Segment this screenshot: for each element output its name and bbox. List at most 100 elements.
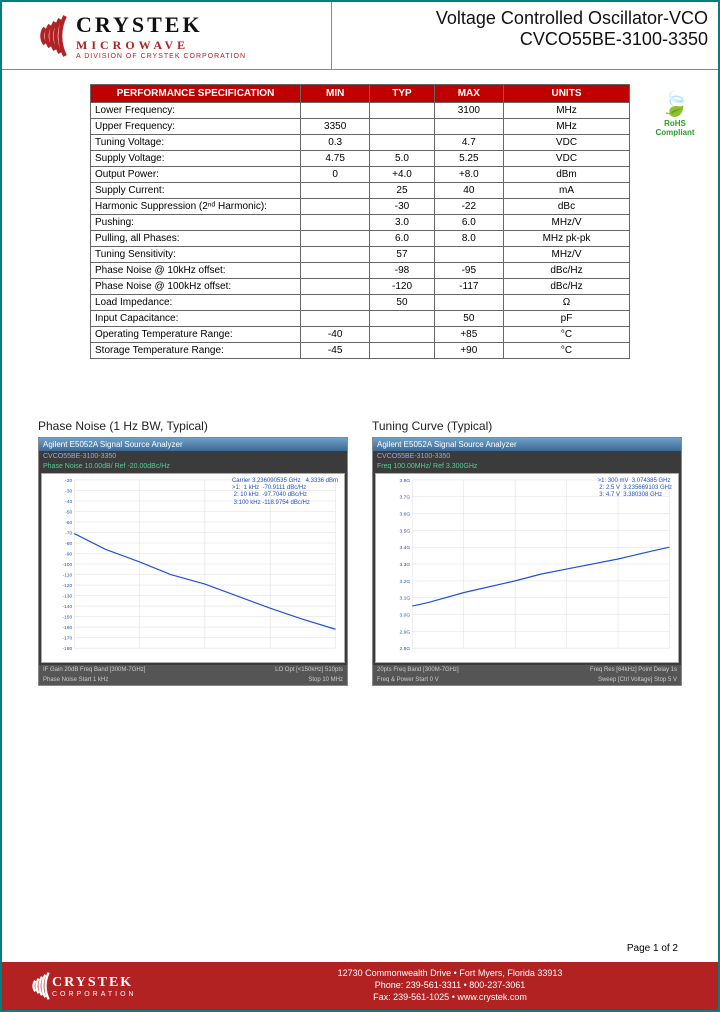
cell-max: -95 <box>434 263 503 279</box>
cell-typ: 3.0 <box>370 215 434 231</box>
analyzer2-foot1: 20pts Freq Band [300M-7GHz] Freq Res [64… <box>373 665 681 675</box>
analyzer2-foot2: Freq & Power Start 0 V Sweep [Ctrl Volta… <box>373 675 681 685</box>
spec-table: PERFORMANCE SPECIFICATION MIN TYP MAX UN… <box>90 84 630 359</box>
part-number: CVCO55BE-3100-3350 <box>332 29 708 50</box>
cell-max: 50 <box>434 311 503 327</box>
svg-text:-70: -70 <box>65 530 72 536</box>
table-row: Harmonic Suppression (2ⁿᵈ Harmonic):-30-… <box>91 199 630 215</box>
plot1-markers: Carrier 3.236090535 GHz 4.3336 dBm >1: 1… <box>232 478 338 507</box>
cell-max <box>434 295 503 311</box>
cell-max: -117 <box>434 279 503 295</box>
svg-text:-20: -20 <box>65 478 72 484</box>
cell-min <box>301 247 370 263</box>
phase-noise-plot: Phase Noise (1 Hz BW, Typical) Agilent E… <box>38 419 348 686</box>
footer: CRYSTEK CORPORATION 12730 Commonwealth D… <box>2 962 718 1010</box>
cell-label: Input Capacitance: <box>91 311 301 327</box>
cell-min: 0.3 <box>301 135 370 151</box>
datasheet-page: CRYSTEK MICROWAVE A DIVISION OF CRYSTEK … <box>0 0 720 1012</box>
logo-line1: CRYSTEK <box>76 12 246 38</box>
cell-label: Supply Current: <box>91 183 301 199</box>
svg-text:-80: -80 <box>65 541 72 547</box>
foot2-r: Freq Res [64kHz] Point Delay 1s <box>590 667 677 673</box>
plots-row: Phase Noise (1 Hz BW, Typical) Agilent E… <box>38 419 682 686</box>
cell-units: MHz <box>503 119 629 135</box>
svg-text:3.0G: 3.0G <box>400 612 411 618</box>
cell-min: 0 <box>301 167 370 183</box>
cell-max: 8.0 <box>434 231 503 247</box>
cell-typ <box>370 119 434 135</box>
cell-max: +85 <box>434 327 503 343</box>
svg-text:3.6G: 3.6G <box>400 512 411 518</box>
cell-units: dBc/Hz <box>503 263 629 279</box>
cell-typ: -120 <box>370 279 434 295</box>
table-row: Pulling, all Phases:6.08.0MHz pk-pk <box>91 231 630 247</box>
cell-units: dBc/Hz <box>503 279 629 295</box>
table-row: Tuning Sensitivity:57MHz/V <box>91 247 630 263</box>
plot2-area: >1: 300 mV 3.074385 GHz 2: 2.5 V 3.23566… <box>375 473 679 663</box>
cell-units: °C <box>503 343 629 359</box>
addr1: 12730 Commonwealth Drive • Fort Myers, F… <box>182 968 718 980</box>
rohs-badge: 🍃 RoHS Compliant <box>645 90 705 137</box>
cell-label: Harmonic Suppression (2ⁿᵈ Harmonic): <box>91 199 301 215</box>
cell-label: Phase Noise @ 100kHz offset: <box>91 279 301 295</box>
table-row: Operating Temperature Range:-40+85°C <box>91 327 630 343</box>
cell-label: Storage Temperature Range: <box>91 343 301 359</box>
footer-logo-text: CRYSTEK CORPORATION <box>52 975 137 998</box>
cell-label: Upper Frequency: <box>91 119 301 135</box>
cell-label: Pushing: <box>91 215 301 231</box>
table-row: Tuning Voltage:0.34.7VDC <box>91 135 630 151</box>
svg-text:-170: -170 <box>62 636 72 642</box>
page-number: Page 1 of 2 <box>627 943 678 954</box>
cell-units: VDC <box>503 135 629 151</box>
foot1-l: IF Gain 20dB Freq Band [300M-7GHz] <box>43 667 145 673</box>
cell-units: MHz <box>503 103 629 119</box>
cell-units: pF <box>503 311 629 327</box>
cell-min <box>301 295 370 311</box>
svg-text:3.2G: 3.2G <box>400 579 411 585</box>
logo-box: CRYSTEK MICROWAVE A DIVISION OF CRYSTEK … <box>2 2 332 69</box>
cell-label: Pulling, all Phases: <box>91 231 301 247</box>
svg-text:-100: -100 <box>62 562 72 568</box>
svg-text:3.1G: 3.1G <box>400 596 411 602</box>
cell-min <box>301 183 370 199</box>
th-max: MAX <box>434 85 503 103</box>
table-header-row: PERFORMANCE SPECIFICATION MIN TYP MAX UN… <box>91 85 630 103</box>
cell-label: Load Impedance: <box>91 295 301 311</box>
cell-min <box>301 231 370 247</box>
svg-text:-50: -50 <box>65 509 72 515</box>
analyzer2-info: Freq 100.00MHz/ Ref 3.300GHz <box>373 462 681 471</box>
cell-max: 6.0 <box>434 215 503 231</box>
svg-text:-90: -90 <box>65 552 72 558</box>
footer-line2: CORPORATION <box>52 991 137 998</box>
table-row: Output Power:0+4.0+8.0dBm <box>91 167 630 183</box>
analyzer1-foot1: IF Gain 20dB Freq Band [300M-7GHz] LO Op… <box>39 665 347 675</box>
cell-min <box>301 311 370 327</box>
svg-text:3.5G: 3.5G <box>400 528 411 534</box>
cell-units: MHz/V <box>503 247 629 263</box>
svg-text:-120: -120 <box>62 583 72 589</box>
svg-text:3.3G: 3.3G <box>400 562 411 568</box>
cell-units: °C <box>503 327 629 343</box>
cell-typ: -30 <box>370 199 434 215</box>
plot2-title: Tuning Curve (Typical) <box>372 419 682 433</box>
footer-line1: CRYSTEK <box>52 975 137 991</box>
foot1b-l: Phase Noise Start 1 kHz <box>43 677 108 683</box>
cell-max: 40 <box>434 183 503 199</box>
th-units: UNITS <box>503 85 629 103</box>
svg-text:-180: -180 <box>62 646 72 652</box>
cell-max: +90 <box>434 343 503 359</box>
foot1-r: LO Opt [<150kHz] 510pts <box>275 667 343 673</box>
svg-text:-150: -150 <box>62 615 72 621</box>
cell-min <box>301 103 370 119</box>
crystek-arcs-icon <box>10 11 70 61</box>
table-row: Input Capacitance: 50pF <box>91 311 630 327</box>
plot1-area: Carrier 3.236090535 GHz 4.3336 dBm >1: 1… <box>41 473 345 663</box>
title-box: Voltage Controlled Oscillator-VCO CVCO55… <box>332 2 718 69</box>
cell-label: Output Power: <box>91 167 301 183</box>
analyzer1-bar: Agilent E5052A Signal Source Analyzer <box>39 438 347 451</box>
th-typ: TYP <box>370 85 434 103</box>
addr3: Fax: 239-561-1025 • www.crystek.com <box>182 992 718 1004</box>
foot2-l: 20pts Freq Band [300M-7GHz] <box>377 667 459 673</box>
foot2b-l: Freq & Power Start 0 V <box>377 677 439 683</box>
tuning-curve-plot: Tuning Curve (Typical) Agilent E5052A Si… <box>372 419 682 686</box>
